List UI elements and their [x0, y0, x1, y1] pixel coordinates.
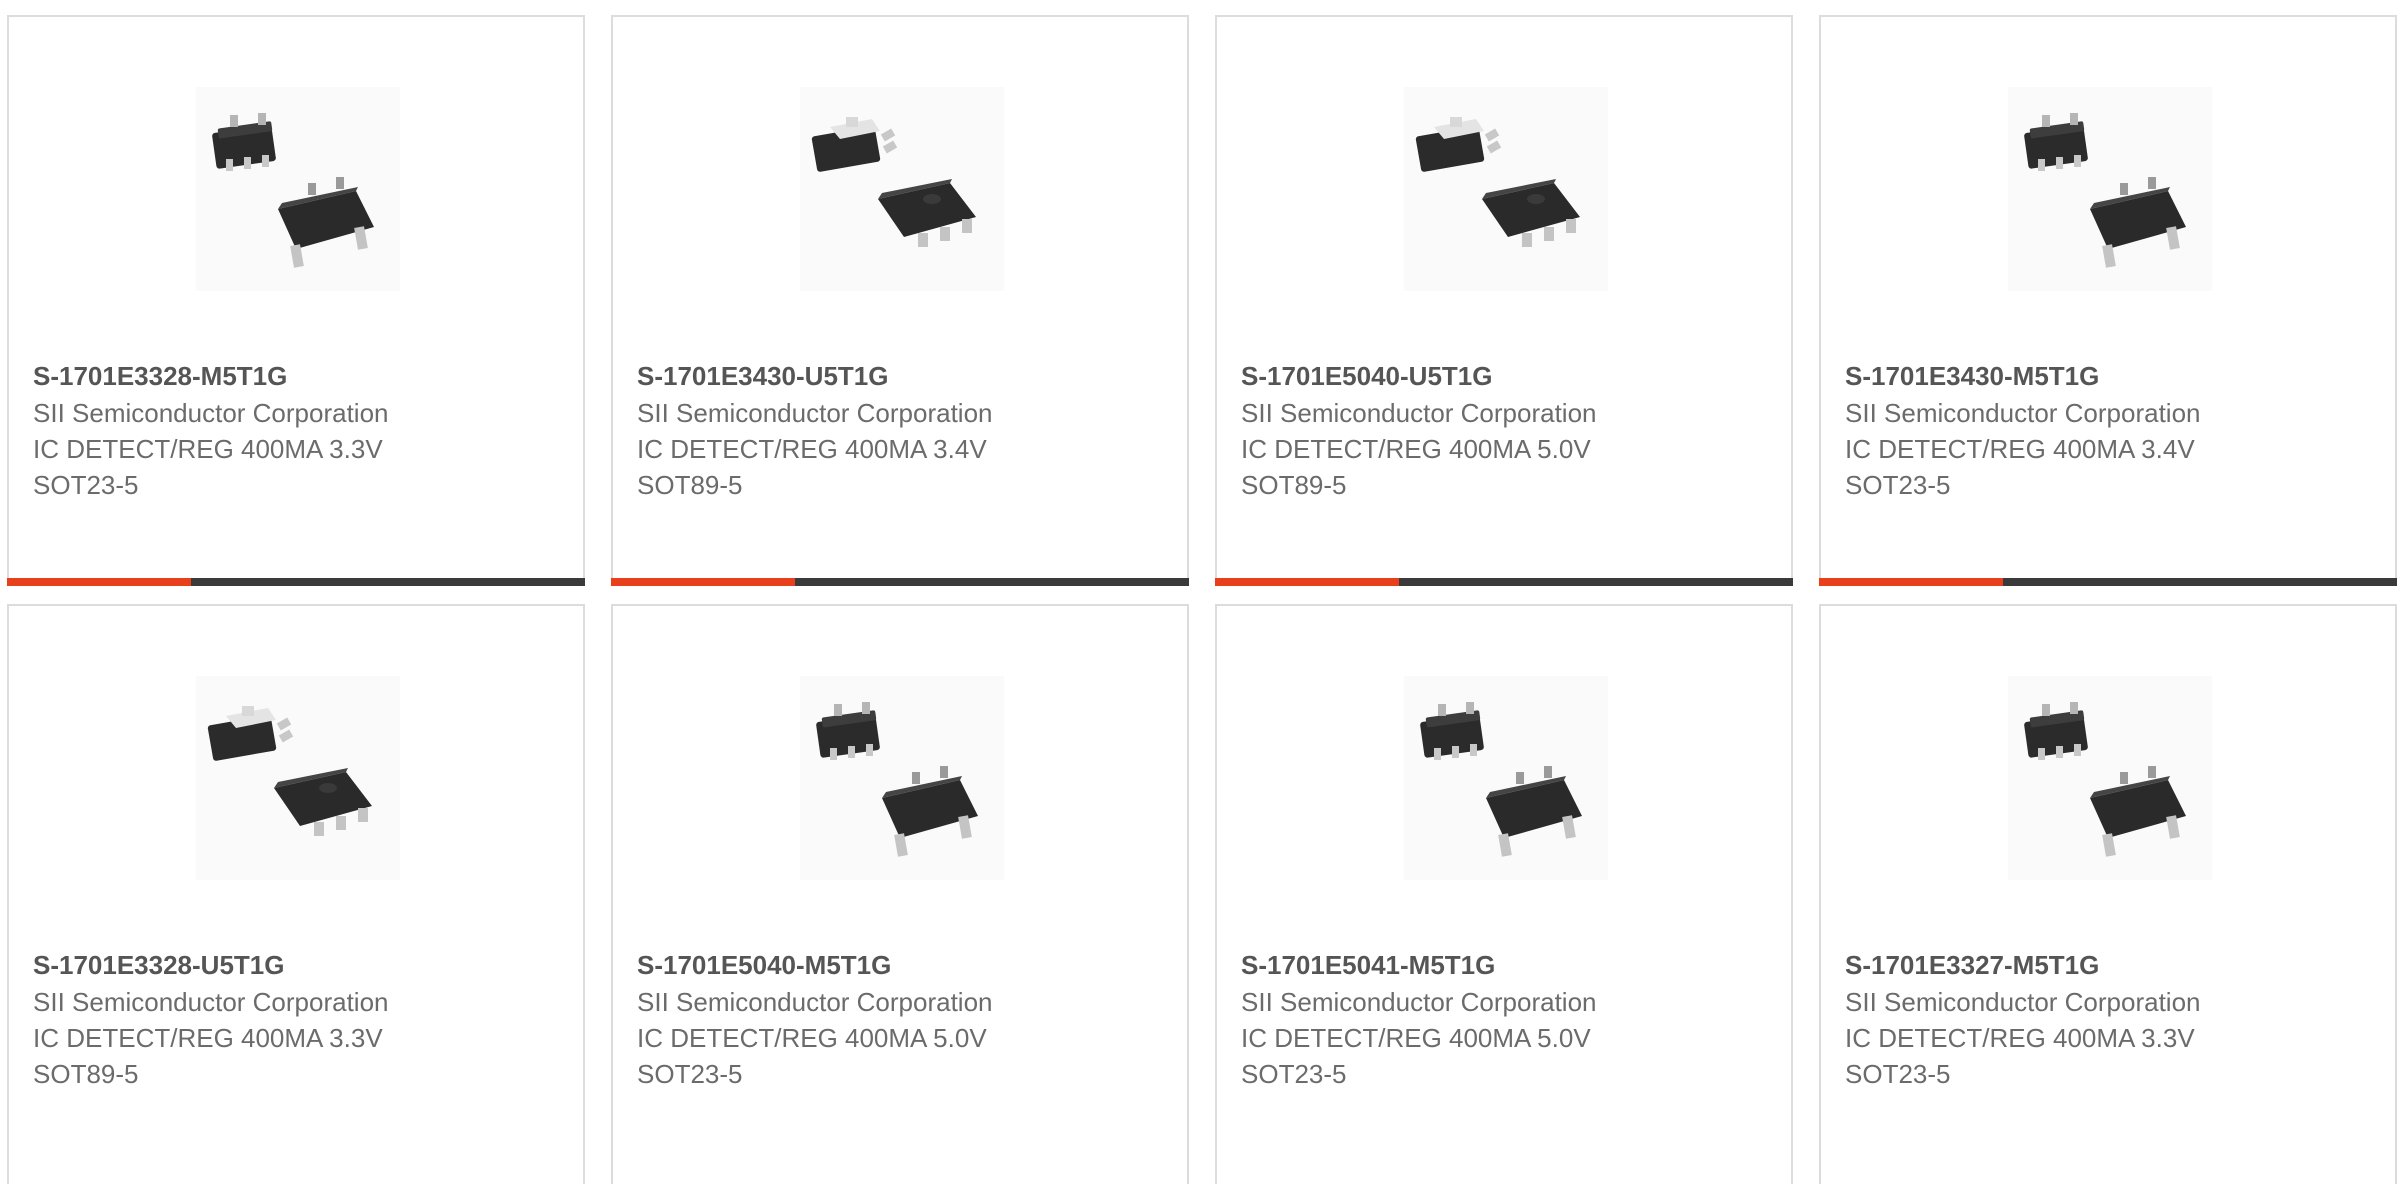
- part-number-link[interactable]: S-1701E5041-M5T1G: [1241, 948, 1775, 982]
- manufacturer-name: SII Semiconductor Corporation: [1845, 987, 2201, 1017]
- product-info: S-1701E3328-M5T1G SII Semiconductor Corpo…: [33, 359, 567, 503]
- product-image[interactable]: [1404, 87, 1608, 291]
- manufacturer-name: SII Semiconductor Corporation: [1241, 398, 1597, 428]
- product-description: IC DETECT/REG 400MA 5.0V: [1241, 434, 1591, 464]
- product-description: IC DETECT/REG 400MA 5.0V: [1241, 1023, 1591, 1053]
- product-info: S-1701E5040-M5T1G SII Semiconductor Corpo…: [637, 948, 1171, 1092]
- part-number-link[interactable]: S-1701E3327-M5T1G: [1845, 948, 2379, 982]
- manufacturer-name: SII Semiconductor Corporation: [1241, 987, 1597, 1017]
- card-accent-bar: [611, 578, 795, 586]
- product-card[interactable]: S-1701E3430-U5T1G SII Semiconductor Corpo…: [611, 15, 1189, 586]
- part-number-link[interactable]: S-1701E5040-U5T1G: [1241, 359, 1775, 393]
- package-type: SOT89-5: [1241, 470, 1347, 500]
- product-card[interactable]: S-1701E3327-M5T1G SII Semiconductor Corpo…: [1819, 604, 2397, 1184]
- package-type: SOT23-5: [1845, 470, 1951, 500]
- package-type: SOT23-5: [1241, 1059, 1347, 1089]
- package-icon: [1404, 87, 1608, 291]
- product-description: IC DETECT/REG 400MA 3.4V: [1845, 434, 2195, 464]
- package-type: SOT23-5: [33, 470, 139, 500]
- card-bottom-bar: [611, 578, 1189, 586]
- product-image[interactable]: [2008, 87, 2212, 291]
- product-info: S-1701E3430-U5T1G SII Semiconductor Corpo…: [637, 359, 1171, 503]
- product-image[interactable]: [2008, 676, 2212, 880]
- package-icon: [196, 87, 400, 291]
- part-number-link[interactable]: S-1701E3430-U5T1G: [637, 359, 1171, 393]
- package-icon: [1404, 676, 1608, 880]
- product-image[interactable]: [1404, 676, 1608, 880]
- manufacturer-name: SII Semiconductor Corporation: [637, 987, 993, 1017]
- part-number-link[interactable]: S-1701E5040-M5T1G: [637, 948, 1171, 982]
- product-info: S-1701E3327-M5T1G SII Semiconductor Corpo…: [1845, 948, 2379, 1092]
- product-grid: S-1701E3328-M5T1G SII Semiconductor Corpo…: [0, 0, 2400, 1184]
- product-info: S-1701E3328-U5T1G SII Semiconductor Corpo…: [33, 948, 567, 1092]
- manufacturer-name: SII Semiconductor Corporation: [33, 987, 389, 1017]
- part-number-link[interactable]: S-1701E3328-M5T1G: [33, 359, 567, 393]
- product-image[interactable]: [800, 87, 1004, 291]
- package-type: SOT23-5: [1845, 1059, 1951, 1089]
- package-type: SOT23-5: [637, 1059, 743, 1089]
- package-icon: [2008, 676, 2212, 880]
- product-card[interactable]: S-1701E3328-M5T1G SII Semiconductor Corpo…: [7, 15, 585, 586]
- product-image[interactable]: [800, 676, 1004, 880]
- card-accent-bar: [1819, 578, 2003, 586]
- product-description: IC DETECT/REG 400MA 3.3V: [33, 434, 383, 464]
- package-icon: [800, 87, 1004, 291]
- product-description: IC DETECT/REG 400MA 3.3V: [33, 1023, 383, 1053]
- product-info: S-1701E5040-U5T1G SII Semiconductor Corpo…: [1241, 359, 1775, 503]
- package-icon: [2008, 87, 2212, 291]
- product-card[interactable]: S-1701E5041-M5T1G SII Semiconductor Corpo…: [1215, 604, 1793, 1184]
- card-accent-bar: [1215, 578, 1399, 586]
- product-info: S-1701E5041-M5T1G SII Semiconductor Corpo…: [1241, 948, 1775, 1092]
- part-number-link[interactable]: S-1701E3328-U5T1G: [33, 948, 567, 982]
- package-icon: [800, 676, 1004, 880]
- product-image[interactable]: [196, 676, 400, 880]
- manufacturer-name: SII Semiconductor Corporation: [33, 398, 389, 428]
- card-accent-bar: [7, 578, 191, 586]
- card-bottom-bar: [1215, 578, 1793, 586]
- manufacturer-name: SII Semiconductor Corporation: [1845, 398, 2201, 428]
- part-number-link[interactable]: S-1701E3430-M5T1G: [1845, 359, 2379, 393]
- product-description: IC DETECT/REG 400MA 3.4V: [637, 434, 987, 464]
- product-card[interactable]: S-1701E3328-U5T1G SII Semiconductor Corpo…: [7, 604, 585, 1184]
- product-info: S-1701E3430-M5T1G SII Semiconductor Corpo…: [1845, 359, 2379, 503]
- product-card[interactable]: S-1701E3430-M5T1G SII Semiconductor Corpo…: [1819, 15, 2397, 586]
- package-type: SOT89-5: [33, 1059, 139, 1089]
- product-description: IC DETECT/REG 400MA 3.3V: [1845, 1023, 2195, 1053]
- product-image[interactable]: [196, 87, 400, 291]
- package-type: SOT89-5: [637, 470, 743, 500]
- product-card[interactable]: S-1701E5040-U5T1G SII Semiconductor Corpo…: [1215, 15, 1793, 586]
- card-bottom-bar: [1819, 578, 2397, 586]
- manufacturer-name: SII Semiconductor Corporation: [637, 398, 993, 428]
- product-card[interactable]: S-1701E5040-M5T1G SII Semiconductor Corpo…: [611, 604, 1189, 1184]
- product-description: IC DETECT/REG 400MA 5.0V: [637, 1023, 987, 1053]
- package-icon: [196, 676, 400, 880]
- card-bottom-bar: [7, 578, 585, 586]
